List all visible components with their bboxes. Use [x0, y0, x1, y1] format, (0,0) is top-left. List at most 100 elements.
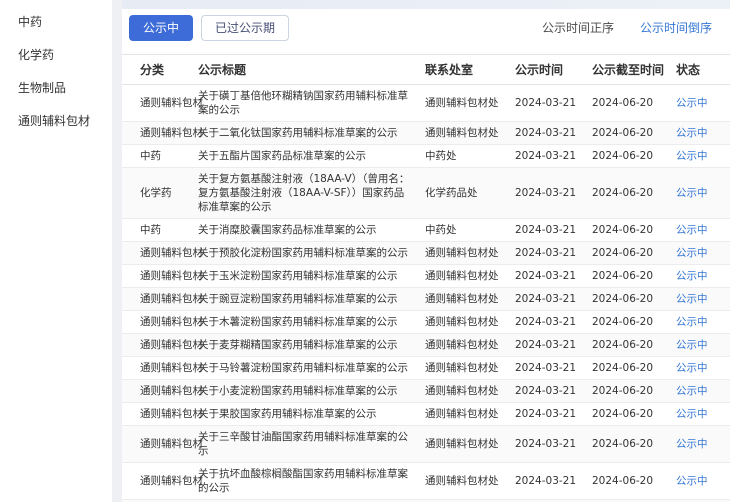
row-status-link[interactable]: 公示中 — [676, 311, 720, 333]
row-category: 通则辅料包材 — [140, 357, 198, 379]
row-category: 通则辅料包材 — [140, 242, 198, 264]
row-office: 通则辅料包材处 — [425, 265, 515, 287]
row-end-date: 2024-06-20 — [592, 311, 676, 333]
row-status-link[interactable]: 公示中 — [676, 182, 720, 204]
column-header-status: 状态 — [676, 55, 720, 84]
table-row: 通则辅料包材关于三辛酸甘油酯国家药用辅料标准草案的公示通则辅料包材处2024-0… — [122, 426, 730, 463]
tab-in-publicity[interactable]: 公示中 — [129, 15, 193, 41]
row-status-link[interactable]: 公示中 — [676, 334, 720, 356]
row-title-link[interactable]: 关于玉米淀粉国家药用辅料标准草案的公示 — [198, 265, 425, 287]
row-category: 通则辅料包材 — [140, 288, 198, 310]
row-title-link[interactable]: 关于抗坏血酸棕榈酸酯国家药用辅料标准草案的公示 — [198, 463, 425, 499]
row-publish-date: 2024-03-21 — [515, 288, 592, 310]
table-row: 通则辅料包材关于二氧化钛国家药用辅料标准草案的公示通则辅料包材处2024-03-… — [122, 122, 730, 145]
category-sidebar: 中药化学药生物制品通则辅料包材 — [0, 0, 112, 502]
row-title-link[interactable]: 关于预胶化淀粉国家药用辅料标准草案的公示 — [198, 242, 425, 264]
row-publish-date: 2024-03-21 — [515, 433, 592, 455]
row-end-date: 2024-06-20 — [592, 242, 676, 264]
row-status-link[interactable]: 公示中 — [676, 288, 720, 310]
row-category: 通则辅料包材 — [140, 433, 198, 455]
row-title-link[interactable]: 关于果胶国家药用辅料标准草案的公示 — [198, 403, 425, 425]
table-row: 通则辅料包材关于木薯淀粉国家药用辅料标准草案的公示通则辅料包材处2024-03-… — [122, 311, 730, 334]
row-publish-date: 2024-03-21 — [515, 182, 592, 204]
row-status-link[interactable]: 公示中 — [676, 380, 720, 402]
sort-time-descending-link[interactable]: 公示时间倒序 — [640, 19, 712, 36]
sidebar-item-1[interactable]: 化学药 — [0, 39, 112, 72]
table-row: 通则辅料包材关于果胶国家药用辅料标准草案的公示通则辅料包材处2024-03-21… — [122, 403, 730, 426]
row-category: 通则辅料包材 — [140, 92, 198, 114]
row-status-link[interactable]: 公示中 — [676, 122, 720, 144]
row-category: 通则辅料包材 — [140, 122, 198, 144]
row-publish-date: 2024-03-21 — [515, 334, 592, 356]
row-status-link[interactable]: 公示中 — [676, 265, 720, 287]
row-end-date: 2024-06-20 — [592, 265, 676, 287]
row-title-link[interactable]: 关于马铃薯淀粉国家药用辅料标准草案的公示 — [198, 357, 425, 379]
row-office: 通则辅料包材处 — [425, 470, 515, 492]
row-office: 中药处 — [425, 145, 515, 167]
column-header-category: 分类 — [140, 55, 198, 84]
row-status-link[interactable]: 公示中 — [676, 219, 720, 241]
table-row: 通则辅料包材关于麦芽糊精国家药用辅料标准草案的公示通则辅料包材处2024-03-… — [122, 334, 730, 357]
sidebar-item-2[interactable]: 生物制品 — [0, 72, 112, 105]
sidebar-main-divider — [112, 0, 122, 502]
sidebar-item-0[interactable]: 中药 — [0, 6, 112, 39]
table-row: 通则辅料包材关于磺丁基倍他环糊精钠国家药用辅料标准草案的公示通则辅料包材处202… — [122, 85, 730, 122]
row-status-link[interactable]: 公示中 — [676, 470, 720, 492]
tab-past-publicity[interactable]: 已过公示期 — [201, 15, 289, 41]
page-top-band — [122, 0, 730, 9]
row-office: 化学药品处 — [425, 182, 515, 204]
notice-table: 分类 公示标题 联系处室 公示时间 公示截至时间 状态 通则辅料包材关于磺丁基倍… — [122, 54, 730, 502]
row-status-link[interactable]: 公示中 — [676, 357, 720, 379]
row-end-date: 2024-06-20 — [592, 380, 676, 402]
filter-toolbar: 公示中 已过公示期 公示时间正序 公示时间倒序 — [122, 9, 730, 46]
row-publish-date: 2024-03-21 — [515, 380, 592, 402]
row-office: 通则辅料包材处 — [425, 403, 515, 425]
row-office: 通则辅料包材处 — [425, 433, 515, 455]
row-status-link[interactable]: 公示中 — [676, 242, 720, 264]
row-publish-date: 2024-03-21 — [515, 403, 592, 425]
table-row: 中药关于五酯片国家药品标准草案的公示中药处2024-03-212024-06-2… — [122, 145, 730, 168]
main-content: 公示中 已过公示期 公示时间正序 公示时间倒序 分类 公示标题 联系处室 公示时… — [122, 9, 730, 502]
sidebar-item-3[interactable]: 通则辅料包材 — [0, 105, 112, 138]
row-title-link[interactable]: 关于麦芽糊精国家药用辅料标准草案的公示 — [198, 334, 425, 356]
row-title-link[interactable]: 关于五酯片国家药品标准草案的公示 — [198, 145, 425, 167]
row-end-date: 2024-06-20 — [592, 288, 676, 310]
row-title-link[interactable]: 关于豌豆淀粉国家药用辅料标准草案的公示 — [198, 288, 425, 310]
row-end-date: 2024-06-20 — [592, 219, 676, 241]
row-office: 通则辅料包材处 — [425, 357, 515, 379]
row-title-link[interactable]: 关于二氧化钛国家药用辅料标准草案的公示 — [198, 122, 425, 144]
row-title-link[interactable]: 关于木薯淀粉国家药用辅料标准草案的公示 — [198, 311, 425, 333]
table-header-row: 分类 公示标题 联系处室 公示时间 公示截至时间 状态 — [122, 54, 730, 85]
row-publish-date: 2024-03-21 — [515, 357, 592, 379]
row-category: 化学药 — [140, 182, 198, 204]
row-office: 通则辅料包材处 — [425, 311, 515, 333]
row-category: 通则辅料包材 — [140, 470, 198, 492]
row-title-link[interactable]: 关于三辛酸甘油酯国家药用辅料标准草案的公示 — [198, 426, 425, 462]
row-status-link[interactable]: 公示中 — [676, 433, 720, 455]
row-status-link[interactable]: 公示中 — [676, 92, 720, 114]
table-row: 通则辅料包材关于豌豆淀粉国家药用辅料标准草案的公示通则辅料包材处2024-03-… — [122, 288, 730, 311]
row-category: 通则辅料包材 — [140, 334, 198, 356]
sort-time-ascending-link[interactable]: 公示时间正序 — [542, 19, 614, 36]
row-end-date: 2024-06-20 — [592, 122, 676, 144]
row-title-link[interactable]: 关于复方氨基酸注射液（18AA-V）（曾用名：复方氨基酸注射液（18AA-V-S… — [198, 168, 425, 218]
row-office: 中药处 — [425, 219, 515, 241]
table-row: 通则辅料包材关于玉米淀粉国家药用辅料标准草案的公示通则辅料包材处2024-03-… — [122, 265, 730, 288]
row-end-date: 2024-06-20 — [592, 334, 676, 356]
row-title-link[interactable]: 关于磺丁基倍他环糊精钠国家药用辅料标准草案的公示 — [198, 85, 425, 121]
row-category: 通则辅料包材 — [140, 265, 198, 287]
table-row: 通则辅料包材关于预胶化淀粉国家药用辅料标准草案的公示通则辅料包材处2024-03… — [122, 242, 730, 265]
row-title-link[interactable]: 关于小麦淀粉国家药用辅料标准草案的公示 — [198, 380, 425, 402]
row-end-date: 2024-06-20 — [592, 92, 676, 114]
row-end-date: 2024-06-20 — [592, 357, 676, 379]
row-category: 中药 — [140, 219, 198, 241]
row-title-link[interactable]: 关于消糜胶囊国家药品标准草案的公示 — [198, 219, 425, 241]
row-end-date: 2024-06-20 — [592, 145, 676, 167]
row-status-link[interactable]: 公示中 — [676, 145, 720, 167]
row-category: 中药 — [140, 145, 198, 167]
column-header-title: 公示标题 — [198, 55, 425, 84]
row-status-link[interactable]: 公示中 — [676, 403, 720, 425]
table-row: 通则辅料包材关于马铃薯淀粉国家药用辅料标准草案的公示通则辅料包材处2024-03… — [122, 357, 730, 380]
row-category: 通则辅料包材 — [140, 380, 198, 402]
row-publish-date: 2024-03-21 — [515, 265, 592, 287]
